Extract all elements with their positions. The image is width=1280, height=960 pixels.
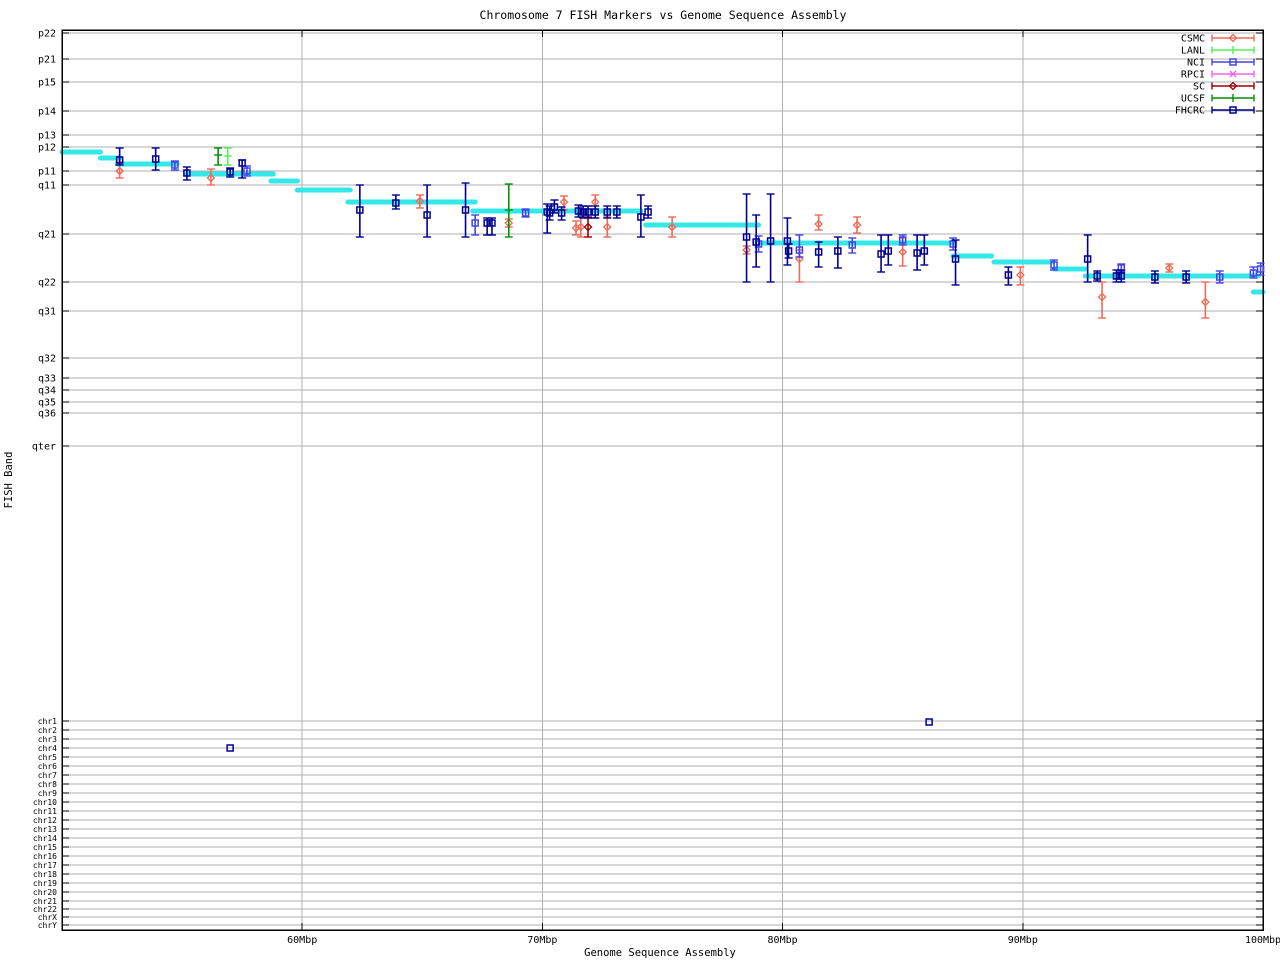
chromosome-tick-label: chr8: [38, 780, 57, 789]
band-tick-label: qter: [32, 442, 56, 453]
chromosome-tick-label: chr1: [38, 717, 57, 726]
band-tick-label: p14: [38, 107, 56, 118]
frame-layer: 60Mbp 70Mbp 80Mbp 90Mbp 100Mbp p22 p21 p15 p14 p1…: [32, 29, 1280, 947]
legend-label: FHCRC: [1175, 106, 1205, 117]
legend-entry-rpci: RPCI: [1181, 70, 1254, 81]
x-axis-label: Genome Sequence Assembly: [584, 947, 736, 959]
band-tick-label: p11: [38, 167, 56, 178]
band-tick-label: p22: [38, 29, 56, 40]
legend-label: SC: [1193, 82, 1205, 93]
chromosome-tick-label: chr16: [33, 852, 57, 861]
band-tick-label: p21: [38, 55, 56, 66]
series-fhcrc: [116, 148, 1190, 751]
chromosome-tick-label: chr19: [33, 879, 57, 888]
chromosome-tick-label: chr12: [33, 816, 57, 825]
legend-entry-csmc: CSMC: [1181, 34, 1254, 45]
band-tick-label: q32: [38, 354, 56, 365]
x-tick-label: 60Mbp: [287, 935, 317, 946]
series-lanl: [224, 148, 232, 165]
series-layer: [116, 148, 1265, 751]
legend-layer: CSMCLANLNCIRPCISCUCSFFHCRC: [1175, 34, 1254, 117]
legend-entry-lanl: LANL: [1181, 46, 1254, 57]
chromosome-tick-label: chr2: [38, 726, 57, 735]
x-tick-label: 90Mbp: [1008, 935, 1038, 946]
chart-title: Chromosome 7 FISH Markers vs Genome Sequ…: [480, 8, 847, 22]
band-tick-label: p12: [38, 143, 56, 154]
band-tick-label: q34: [38, 386, 56, 397]
chromosome-tick-label: chr3: [38, 735, 57, 744]
band-tick-label: p15: [38, 78, 56, 89]
band-tick-label: q22: [38, 278, 56, 289]
band-tick-label: q35: [38, 398, 56, 409]
chromosome-tick-label: chr18: [33, 870, 57, 879]
x-tick-label: 70Mbp: [527, 935, 557, 946]
chromosome-tick-label: chrY: [38, 921, 57, 930]
chromosome-tick-label: chr6: [38, 762, 57, 771]
x-tick-label: 80Mbp: [768, 935, 798, 946]
band-tick-label: q21: [38, 230, 56, 241]
legend-label: LANL: [1181, 46, 1205, 57]
band-tick-label: q11: [38, 181, 56, 192]
chromosome-tick-label: chr15: [33, 843, 57, 852]
series-ucsf: [214, 148, 513, 237]
marker-square: [926, 719, 932, 725]
band-tick-label: p13: [38, 131, 56, 142]
band-tick-label: q36: [38, 409, 56, 420]
chromosome-tick-label: chr17: [33, 861, 57, 870]
chromosome-tick-label: chr9: [38, 789, 57, 798]
chart-canvas: 60Mbp 70Mbp 80Mbp 90Mbp 100Mbp p22 p21 p15 p14 p1…: [0, 0, 1280, 960]
legend-label: UCSF: [1181, 94, 1205, 105]
x-tick-label: 100Mbp: [1245, 935, 1280, 946]
legend-label: NCI: [1187, 58, 1205, 69]
chromosome-tick-label: chr20: [33, 888, 57, 897]
chromosome-tick-label: chr5: [38, 753, 57, 762]
chromosome-tick-label: chr4: [38, 744, 57, 753]
chromosome-tick-label: chr14: [33, 834, 57, 843]
y-axis-label: FISH Band: [3, 452, 15, 509]
legend-entry-ucsf: UCSF: [1181, 94, 1254, 105]
legend-label: CSMC: [1181, 34, 1205, 45]
chromosome-tick-label: chr13: [33, 825, 57, 834]
chromosome-tick-label: chr7: [38, 771, 57, 780]
fish-marker-chart: 60Mbp 70Mbp 80Mbp 90Mbp 100Mbp p22 p21 p15 p14 p1…: [0, 0, 1280, 960]
legend-label: RPCI: [1181, 70, 1205, 81]
band-tick-label: q33: [38, 374, 56, 385]
series-nci: [171, 161, 1265, 283]
chromosome-tick-label: chr10: [33, 798, 57, 807]
legend-entry-sc: SC: [1193, 82, 1254, 93]
chromosome-tick-label: chr11: [33, 807, 57, 816]
band-tick-label: q31: [38, 307, 56, 318]
